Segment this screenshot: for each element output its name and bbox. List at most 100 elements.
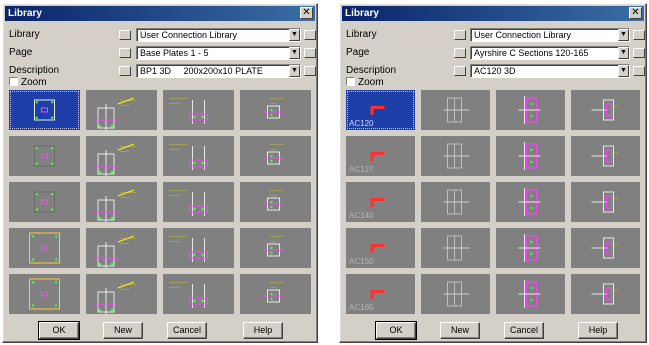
- connection-thumbnail[interactable]: ~~~~~~~ ~~~~: [86, 228, 157, 268]
- connection-thumbnail[interactable]: ~~~~~~~~ ~~~~~: [163, 274, 234, 314]
- connection-drawing-icon: ~~~~~~~~~~~: [94, 97, 137, 130]
- description-options-button[interactable]: [633, 66, 645, 76]
- connection-thumbnail[interactable]: AC165: [346, 274, 415, 314]
- chevron-down-icon[interactable]: ▼: [618, 47, 629, 59]
- close-icon[interactable]: ✕: [300, 7, 313, 19]
- description-options-button[interactable]: [304, 66, 316, 76]
- connection-thumbnail[interactable]: ~~~~~~~~ ~~~~~: [163, 136, 234, 176]
- svg-text:~~~~~: ~~~~~: [169, 239, 181, 244]
- connection-thumbnail[interactable]: ~~~~~~~ ~~~~: [86, 90, 157, 130]
- close-icon[interactable]: ✕: [629, 7, 642, 19]
- connection-thumbnail[interactable]: ~~~~~~ ~~~: [240, 228, 311, 268]
- chevron-down-icon[interactable]: ▼: [618, 29, 629, 41]
- connection-thumbnail[interactable]: [421, 182, 490, 222]
- connection-thumbnail[interactable]: ~~~~~~~ ~~~~: [86, 274, 157, 314]
- connection-thumbnail[interactable]: ~~: [571, 182, 640, 222]
- connection-thumbnail[interactable]: ~~: [571, 136, 640, 176]
- connection-drawing-icon: [34, 145, 55, 167]
- connection-drawing-icon: [518, 234, 541, 262]
- library-select[interactable]: User Connection Library ▼: [136, 28, 301, 42]
- ok-button[interactable]: OK: [38, 321, 80, 340]
- description-select[interactable]: BP1 3D 200x200x10 PLATE ▼: [136, 64, 301, 78]
- zoom-checkbox[interactable]: Zoom: [346, 77, 384, 88]
- connection-thumbnail[interactable]: ~~~~~~~ ~~~~: [86, 182, 157, 222]
- ok-button[interactable]: OK: [375, 321, 417, 340]
- svg-text:~~: ~~: [614, 150, 619, 155]
- library-options-button[interactable]: [304, 30, 316, 40]
- connection-drawing-icon: ~~~~~~~~~~~~~: [169, 96, 208, 124]
- connection-thumbnail[interactable]: ~~: [571, 274, 640, 314]
- page-browse-button[interactable]: [119, 48, 131, 58]
- connection-thumbnail[interactable]: ~~~~~~ ~~~: [240, 136, 311, 176]
- library-browse-button[interactable]: [119, 30, 131, 40]
- connection-drawing-icon: [34, 99, 55, 121]
- svg-text:~~~: ~~~: [270, 147, 278, 152]
- page-select[interactable]: Base Plates 1 - 5 ▼: [136, 46, 301, 60]
- connection-thumbnail[interactable]: ~~~~~~ ~~~: [240, 90, 311, 130]
- chevron-down-icon[interactable]: ▼: [618, 65, 629, 77]
- connection-thumbnail[interactable]: AC140: [346, 182, 415, 222]
- library-options-button[interactable]: [633, 30, 645, 40]
- page-options-button[interactable]: [633, 48, 645, 58]
- page-field-row: Page Base Plates 1 - 5 ▼: [9, 46, 316, 60]
- connection-thumbnail[interactable]: ~~~~~~ ~~~: [240, 182, 311, 222]
- page-options-button[interactable]: [304, 48, 316, 58]
- connection-drawing-icon: [443, 235, 470, 261]
- zoom-checkbox-box[interactable]: [346, 77, 355, 86]
- library-window-ayrshire: Library ✕ Library User Connection Librar…: [339, 3, 647, 343]
- connection-thumbnail[interactable]: [496, 228, 565, 268]
- connection-drawing-icon: ~~: [591, 145, 619, 167]
- chevron-down-icon[interactable]: ▼: [289, 65, 300, 77]
- page-browse-button[interactable]: [454, 48, 466, 58]
- connection-thumbnail[interactable]: ~~~~~~~~ ~~~~~: [163, 182, 234, 222]
- connection-thumbnail[interactable]: [9, 182, 80, 222]
- cancel-button[interactable]: Cancel: [167, 322, 207, 339]
- new-button[interactable]: New: [440, 322, 480, 339]
- connection-drawing-icon: ~~~~~~~~~: [263, 142, 284, 165]
- connection-thumbnail[interactable]: [421, 90, 490, 130]
- cancel-button[interactable]: Cancel: [504, 322, 544, 339]
- title-bar: Library ✕: [342, 6, 644, 21]
- chevron-down-icon[interactable]: ▼: [289, 47, 300, 59]
- svg-text:~~: ~~: [614, 288, 619, 293]
- connection-thumbnail[interactable]: ~~: [571, 90, 640, 130]
- new-button[interactable]: New: [103, 322, 143, 339]
- connection-thumbnail[interactable]: ~~~~~~~~ ~~~~~: [163, 228, 234, 268]
- connection-thumbnail[interactable]: [496, 182, 565, 222]
- connection-thumbnail[interactable]: AC120: [346, 90, 415, 130]
- connection-thumbnail[interactable]: [9, 274, 80, 314]
- connection-thumbnail[interactable]: AC127: [346, 136, 415, 176]
- page-select[interactable]: Ayrshire C Sections 120-165 ▼: [470, 46, 630, 60]
- connection-thumbnail[interactable]: [421, 228, 490, 268]
- library-select[interactable]: User Connection Library ▼: [470, 28, 630, 42]
- svg-text:~~~: ~~~: [270, 239, 278, 244]
- connection-drawing-icon: [518, 280, 541, 308]
- connection-drawing-icon: ~~~~~~~~~~~: [94, 143, 137, 176]
- connection-thumbnail[interactable]: [421, 136, 490, 176]
- library-field-row: Library User Connection Library ▼: [9, 28, 316, 42]
- connection-thumbnail[interactable]: ~~~~~~~ ~~~~: [86, 136, 157, 176]
- connection-drawing-icon: ~~~~~~~~~~~: [94, 189, 137, 222]
- help-button[interactable]: Help: [243, 322, 283, 339]
- connection-thumbnail[interactable]: ~~~~~~ ~~~: [240, 274, 311, 314]
- zoom-checkbox[interactable]: Zoom: [9, 77, 47, 88]
- svg-text:~~~~: ~~~~: [120, 287, 130, 292]
- zoom-checkbox-box[interactable]: [9, 77, 18, 86]
- connection-thumbnail[interactable]: [496, 90, 565, 130]
- connection-thumbnail[interactable]: [496, 136, 565, 176]
- connection-drawing-icon: [443, 97, 470, 123]
- library-browse-button[interactable]: [454, 30, 466, 40]
- connection-thumbnail[interactable]: [9, 90, 80, 130]
- description-browse-button[interactable]: [119, 66, 131, 76]
- connection-thumbnail[interactable]: [496, 274, 565, 314]
- connection-thumbnail[interactable]: [421, 274, 490, 314]
- chevron-down-icon[interactable]: ▼: [289, 29, 300, 41]
- help-button[interactable]: Help: [578, 322, 618, 339]
- description-browse-button[interactable]: [454, 66, 466, 76]
- connection-thumbnail[interactable]: [9, 228, 80, 268]
- connection-thumbnail[interactable]: ~~~~~~~~ ~~~~~: [163, 90, 234, 130]
- connection-thumbnail[interactable]: [9, 136, 80, 176]
- description-select[interactable]: AC120 3D ▼: [470, 64, 630, 78]
- connection-thumbnail[interactable]: ~~: [571, 228, 640, 268]
- connection-thumbnail[interactable]: AC150: [346, 228, 415, 268]
